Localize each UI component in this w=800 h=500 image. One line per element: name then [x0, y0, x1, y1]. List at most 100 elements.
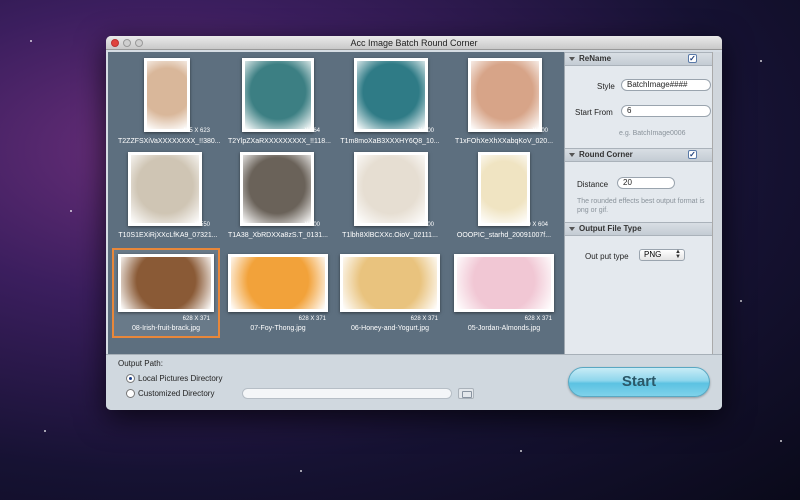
- close-button[interactable]: [111, 39, 119, 47]
- style-input[interactable]: BatchImage####: [621, 79, 711, 91]
- photo-fill: [245, 61, 311, 129]
- round-corner-checkbox[interactable]: ✓: [688, 150, 697, 159]
- thumb-image: [128, 152, 202, 226]
- disclosure-triangle-icon[interactable]: [569, 153, 575, 157]
- local-pictures-radio[interactable]: [126, 374, 135, 383]
- star: [740, 300, 742, 302]
- photo-fill: [121, 257, 211, 309]
- image-filename: T2ZZFSXiVaXXXXXXXX_!!380...: [118, 138, 221, 145]
- title-bar: Acc Image Batch Round Corner: [106, 36, 722, 50]
- section-title: ReName: [579, 54, 612, 63]
- thumb-image: [354, 58, 428, 132]
- thumb-image: [454, 254, 554, 312]
- custom-path-input[interactable]: [242, 388, 452, 399]
- round-corner-note: The rounded effects best output format i…: [577, 198, 705, 214]
- image-thumb[interactable]: X 564 T2YlpZXaRXXXXXXXXX_!!118...: [228, 58, 331, 146]
- thumb-image: [340, 254, 440, 312]
- image-dims: X 600: [418, 222, 434, 228]
- star: [30, 40, 32, 42]
- photo-fill: [343, 257, 437, 309]
- output-type-select[interactable]: PNG ▲ ▼: [639, 249, 685, 261]
- rename-section-header[interactable]: ReName ✓: [565, 52, 713, 66]
- image-filename: T10S1EXiRjXXcLfKA9_07321...: [118, 232, 218, 239]
- image-filename: 06-Honey-and-Yogurt.jpg: [351, 325, 429, 332]
- image-thumb[interactable]: 429 X 604 OOOPIC_starhd_20091007f...: [452, 152, 556, 240]
- app-window: Acc Image Batch Round Corner 465 X 623 T…: [106, 36, 722, 410]
- start-button[interactable]: Start: [568, 367, 710, 397]
- disclosure-triangle-icon[interactable]: [569, 57, 575, 61]
- photo-fill: [357, 61, 425, 129]
- image-gallery[interactable]: 465 X 623 T2ZZFSXiVaXXXXXXXX_!!380... X …: [108, 52, 564, 354]
- thumb-image: [468, 58, 542, 132]
- image-thumb[interactable]: X 600 T1lbh8XlBCXXc.OioV_02111...: [340, 152, 440, 240]
- image-filename: T1lbh8XlBCXXc.OioV_02111...: [342, 232, 438, 239]
- star: [760, 60, 762, 62]
- image-filename: 07-Foy-Thong.jpg: [250, 325, 306, 332]
- image-dims: 628 X 371: [298, 316, 326, 322]
- image-thumb[interactable]: X 500 T1xFOhXeXhXXabqKoV_020...: [452, 58, 556, 146]
- star: [44, 430, 46, 432]
- select-arrows-icon: ▲ ▼: [675, 249, 681, 260]
- image-thumb-selected[interactable]: 628 X 371 08-Irish-fruit-brack.jpg: [112, 248, 220, 338]
- image-dims: 465 X 623: [182, 128, 210, 134]
- output-type-section-header[interactable]: Output File Type: [565, 222, 713, 236]
- image-dims: 429 X 604: [520, 222, 548, 228]
- round-corner-section-header[interactable]: Round Corner ✓: [565, 148, 713, 162]
- photo-fill: [243, 155, 311, 223]
- photo-fill: [457, 257, 551, 309]
- image-dims: X 564: [304, 128, 320, 134]
- image-thumb[interactable]: X 600 T1m8moXaB3XXXHY6Q8_10...: [340, 58, 440, 146]
- image-thumb[interactable]: X 550 T10S1EXiRjXXcLfKA9_07321...: [118, 152, 218, 240]
- minimize-button[interactable]: [123, 39, 131, 47]
- folder-icon[interactable]: [458, 388, 474, 399]
- image-dims: X 600: [304, 222, 320, 228]
- section-title: Output File Type: [579, 224, 642, 233]
- thumb-image: [228, 254, 328, 312]
- disclosure-triangle-icon[interactable]: [569, 227, 575, 231]
- image-dims: X 600: [418, 128, 434, 134]
- output-type-value: PNG: [644, 250, 662, 259]
- output-type-label: Out put type: [585, 252, 629, 261]
- thumb-image: [240, 152, 314, 226]
- thumb-image: [478, 152, 530, 226]
- image-filename: OOOPIC_starhd_20091007f...: [456, 232, 552, 239]
- photo-fill: [471, 61, 539, 129]
- customized-directory-radio[interactable]: [126, 389, 135, 398]
- image-dims: 628 X 371: [524, 316, 552, 322]
- sidebar-scrollbar[interactable]: [712, 52, 722, 354]
- photo-fill: [357, 155, 425, 223]
- rename-example: e.g. BatchImage0006: [619, 130, 686, 137]
- photo-fill: [131, 155, 199, 223]
- image-dims: X 500: [532, 128, 548, 134]
- image-thumb[interactable]: 628 X 371 05-Jordan-Almonds.jpg: [452, 248, 560, 338]
- distance-input[interactable]: 20: [617, 177, 675, 189]
- photo-fill: [231, 257, 325, 309]
- thumb-image: [242, 58, 314, 132]
- settings-sidebar: ReName ✓ Style BatchImage#### Start From…: [564, 52, 713, 354]
- customized-directory-label: Customized Directory: [138, 389, 215, 398]
- image-thumb[interactable]: X 600 T1A38_XbRDXXa8zS.T_0131...: [228, 152, 328, 240]
- start-from-input[interactable]: 6: [621, 105, 711, 117]
- star: [520, 450, 522, 452]
- image-dims: X 550: [194, 222, 210, 228]
- image-thumb[interactable]: 628 X 371 06-Honey-and-Yogurt.jpg: [340, 248, 448, 338]
- image-thumb[interactable]: 465 X 623 T2ZZFSXiVaXXXXXXXX_!!380...: [118, 58, 221, 146]
- output-panel: Output Path: Local Pictures Directory Cu…: [106, 354, 722, 410]
- style-label: Style: [597, 82, 615, 91]
- image-filename: T1A38_XbRDXXa8zS.T_0131...: [228, 232, 329, 239]
- image-filename: 08-Irish-fruit-brack.jpg: [131, 325, 201, 332]
- image-filename: T2YlpZXaRXXXXXXXXX_!!118...: [228, 138, 331, 145]
- rename-checkbox[interactable]: ✓: [688, 54, 697, 63]
- photo-fill: [147, 61, 187, 129]
- thumb-image: [144, 58, 190, 132]
- window-title: Acc Image Batch Round Corner: [350, 38, 478, 48]
- zoom-button[interactable]: [135, 39, 143, 47]
- image-filename: 05-Jordan-Almonds.jpg: [467, 325, 541, 332]
- image-dims: 628 X 371: [182, 316, 210, 322]
- image-thumb[interactable]: 628 X 371 07-Foy-Thong.jpg: [228, 248, 336, 338]
- photo-fill: [481, 155, 527, 223]
- thumb-image: [118, 254, 214, 312]
- star: [780, 440, 782, 442]
- star: [300, 470, 302, 472]
- output-path-label: Output Path:: [118, 359, 163, 368]
